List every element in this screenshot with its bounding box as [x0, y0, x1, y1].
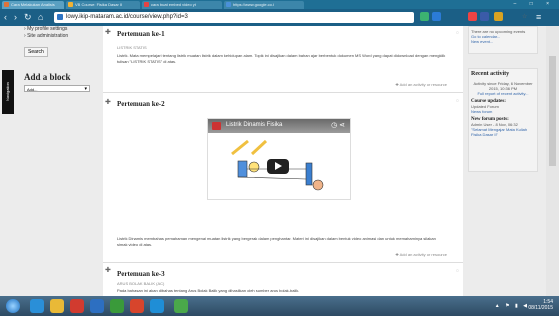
highlight-icon[interactable]: ◌ — [456, 98, 459, 104]
browser-tab-1[interactable]: Cara Melakukan Analisis — [2, 1, 64, 9]
section-subtitle[interactable]: ARUS BOLAK BALIK (AC) — [117, 281, 164, 286]
extension-icon[interactable] — [480, 12, 489, 21]
favicon — [144, 2, 149, 7]
admin-menu: › My profile settings › Site administrat… — [24, 26, 99, 40]
recent-activity-title: Recent activity — [471, 71, 510, 77]
menu-icon[interactable]: ≡ — [536, 12, 541, 22]
section-text: Pada bahasan ini akan dibahas tentang Ar… — [117, 288, 300, 293]
activity-since: Activity since Friday, 6 November 2015, … — [473, 81, 533, 91]
back-icon[interactable]: ‹ — [4, 12, 7, 22]
navigation-drawer-tab[interactable]: Navigation — [2, 70, 14, 114]
address-bar[interactable]: lowy.ikip-mataram.ac.id/course/view.php?… — [54, 12, 527, 23]
page-scrollbar[interactable] — [546, 26, 559, 296]
expand-icon[interactable]: ✚ — [105, 98, 111, 106]
tab-title: https://www.google.co.i — [233, 2, 274, 7]
upcoming-events-block: There are no upcoming events Go to calen… — [468, 26, 538, 54]
course-content: ✚ Pertemuan ke-1 LISTRIK STATIS Listrik.… — [103, 26, 463, 296]
favicon — [4, 2, 9, 7]
course-section: ✚ Pertemuan ke-2 ◌ Listrik Dinamis Fisik… — [103, 94, 463, 263]
folder-icon[interactable] — [50, 299, 64, 313]
forward-icon[interactable]: › — [14, 12, 17, 22]
word-icon[interactable] — [90, 299, 104, 313]
add-block-select[interactable]: Add... — [24, 85, 90, 93]
window-controls[interactable]: – □ × — [514, 1, 556, 7]
full-report-link[interactable]: Full report of recent activity... — [471, 91, 535, 96]
favicon — [68, 2, 73, 7]
extension-icon[interactable] — [420, 12, 429, 21]
new-event-link[interactable]: New event... — [471, 39, 535, 44]
url-text: lowy.ikip-mataram.ac.id/course/view.php?… — [66, 14, 188, 20]
scrollbar-thumb[interactable] — [549, 56, 556, 166]
expand-icon[interactable]: ✚ — [105, 28, 111, 36]
tab-title: cara buat embed video yt — [151, 2, 196, 7]
highlight-icon[interactable]: ◌ — [456, 268, 459, 274]
play-button-icon[interactable] — [267, 159, 289, 174]
news-forum-link[interactable]: News forum — [471, 109, 535, 114]
media-icon[interactable] — [70, 299, 84, 313]
home-icon[interactable]: ⌂ — [38, 12, 43, 22]
taskbar-clock[interactable]: 1:54 08/11/2015 — [528, 299, 553, 311]
ie-icon[interactable] — [30, 299, 44, 313]
course-section: ✚ Pertemuan ke-3 ◌ ARUS BOLAK BALIK (AC)… — [103, 264, 463, 296]
extension-icon[interactable] — [494, 12, 503, 21]
browser-tab-4[interactable]: https://www.google.co.i — [224, 1, 304, 9]
expand-icon[interactable]: ✚ — [105, 266, 111, 274]
embedded-video[interactable]: Listrik Dinamis Fisika ◷ ⋖ — [207, 118, 351, 200]
add-block-title: Add a block — [24, 72, 71, 82]
forum-post-link[interactable]: "Selamat Mengajar Mata Kuliah Fisika Das… — [471, 127, 535, 137]
course-section: ✚ Pertemuan ke-1 LISTRIK STATIS Listrik.… — [103, 26, 463, 93]
windows-taskbar: ▲ ⚑ ▮ ◀ 1:54 08/11/2015 — [0, 296, 559, 316]
highlight-icon[interactable]: ◌ — [456, 30, 459, 36]
tab-title: Cara Melakukan Analisis — [11, 2, 55, 7]
browser-tab-bar: Cara Melakukan Analisis VB Course: Fisik… — [0, 0, 559, 9]
recent-activity-block: Recent activity Activity since Friday, 6… — [468, 68, 538, 172]
menu-item[interactable]: › My profile settings — [24, 26, 99, 33]
left-column: › My profile settings › Site administrat… — [24, 26, 99, 296]
start-button-icon[interactable] — [6, 299, 20, 313]
section-text: Listrik Dinamis membahas pemahaman menge… — [117, 236, 436, 247]
app-icon[interactable] — [130, 299, 144, 313]
browser-tab-2[interactable]: VB Course: Fisika Dasar II — [66, 1, 140, 9]
browser-tab-3[interactable]: cara buat embed video yt — [142, 1, 222, 9]
menu-item[interactable]: › Site administration — [24, 33, 99, 40]
page-viewport: Navigation › My profile settings › Site … — [0, 26, 559, 296]
reload-icon[interactable]: ↻ — [24, 12, 32, 22]
section-title: Pertemuan ke-1 — [117, 30, 165, 38]
page-icon — [57, 14, 63, 20]
app-icon[interactable] — [150, 299, 164, 313]
system-tray[interactable]: ▲ ⚑ ▮ ◀ — [495, 303, 529, 309]
app-icon[interactable] — [110, 299, 124, 313]
browser-toolbar: ‹ › ↻ ⌂ lowy.ikip-mataram.ac.id/course/v… — [0, 9, 559, 26]
add-activity-link[interactable]: ✚ Add an activity or resource — [395, 82, 447, 87]
section-text: Listrik. Mata mempelajari tentang listri… — [117, 53, 446, 64]
section-title: Pertemuan ke-3 — [117, 270, 165, 278]
extension-icon[interactable] — [432, 12, 441, 21]
tab-title: VB Course: Fisika Dasar II — [75, 2, 123, 7]
chrome-icon[interactable] — [174, 299, 188, 313]
search-button[interactable]: Search — [24, 47, 48, 57]
section-title: Pertemuan ke-2 — [117, 100, 165, 108]
section-subtitle[interactable]: LISTRIK STATIS — [117, 45, 147, 50]
right-column: There are no upcoming events Go to calen… — [468, 26, 538, 296]
favicon — [226, 2, 231, 7]
extension-icon[interactable] — [468, 12, 477, 21]
add-activity-link[interactable]: ✚ Add an activity or resource — [395, 252, 447, 257]
